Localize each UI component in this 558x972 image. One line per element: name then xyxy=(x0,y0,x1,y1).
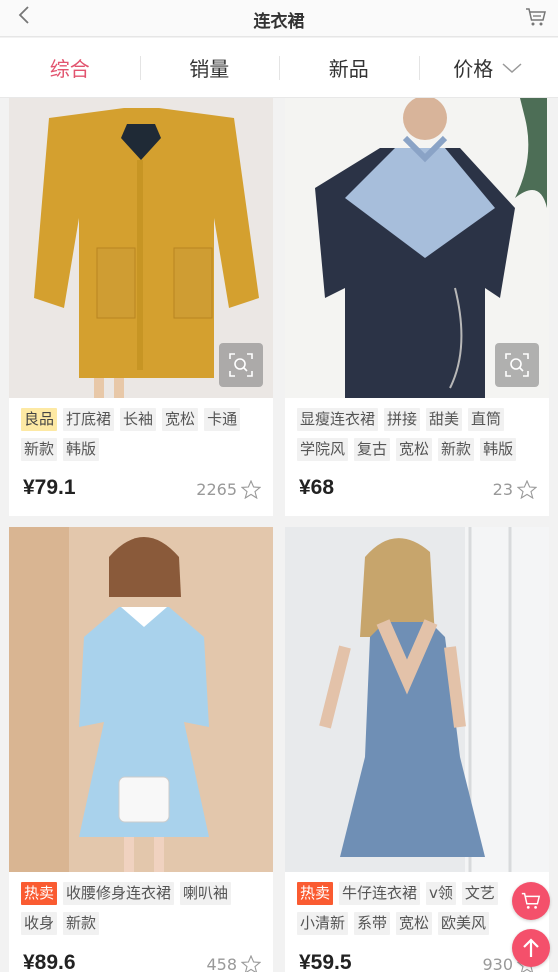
product-card[interactable]: 良品 打底裙 长袖 宽松 卡通 新款 韩版 ¥79.1 2265 xyxy=(9,98,273,516)
chevron-down-icon xyxy=(502,62,522,73)
search-icon xyxy=(505,353,529,377)
star-icon[interactable] xyxy=(241,480,261,499)
sales-number: 23 xyxy=(492,480,513,499)
zoom-button[interactable] xyxy=(219,343,263,387)
tab-new[interactable]: 新品 xyxy=(279,38,419,97)
tag: 宽松 xyxy=(396,438,433,461)
tab-label: 综合 xyxy=(49,57,90,81)
tag: 新款 xyxy=(21,438,58,461)
page-title: 连衣裙 xyxy=(253,12,305,32)
product-price: ¥68 xyxy=(299,476,335,499)
tag: 小清新 xyxy=(297,912,349,935)
product-price: ¥59.5 xyxy=(299,951,352,972)
tag: 长袖 xyxy=(120,408,157,431)
cart-icon[interactable] xyxy=(524,5,548,29)
floating-cart-button[interactable] xyxy=(512,882,550,920)
product-image[interactable] xyxy=(285,527,549,872)
tag: 文艺 xyxy=(461,882,498,905)
product-image[interactable] xyxy=(285,98,549,398)
tag: 新款 xyxy=(63,912,100,935)
sales-number: 930 xyxy=(482,955,513,972)
tab-sales[interactable]: 销量 xyxy=(139,38,280,97)
tag: 欧美风 xyxy=(438,912,490,935)
star-icon[interactable] xyxy=(241,955,261,972)
tag: 韩版 xyxy=(480,438,517,461)
arrow-up-icon xyxy=(523,938,539,957)
quality-tag: 良品 xyxy=(21,408,58,431)
tab-price[interactable]: 价格 xyxy=(418,38,558,97)
tag: 宽松 xyxy=(396,912,433,935)
tag: 打底裙 xyxy=(63,408,115,431)
sales-count: 2265 xyxy=(196,480,261,499)
product-image[interactable] xyxy=(9,98,273,398)
tag-list: 热卖 牛仔连衣裙 v领 文艺 小清新 系带 宽松 欧美风 xyxy=(297,882,543,942)
product-image[interactable] xyxy=(9,527,273,872)
tag: 新款 xyxy=(438,438,475,461)
tag: 显瘦连衣裙 xyxy=(297,408,379,431)
tag: 学院风 xyxy=(297,438,349,461)
product-price: ¥89.6 xyxy=(23,951,76,972)
tag-list: 良品 打底裙 长袖 宽松 卡通 新款 韩版 xyxy=(21,408,267,468)
tag: 系带 xyxy=(354,912,391,935)
tag: 直筒 xyxy=(468,408,505,431)
tag: 收腰修身连衣裙 xyxy=(63,882,175,905)
tag-list: 显瘦连衣裙 拼接 甜美 直筒 学院风 复古 宽松 新款 韩版 xyxy=(297,408,543,468)
hot-tag: 热卖 xyxy=(21,882,58,905)
tag: 卡通 xyxy=(204,408,241,431)
product-price: ¥79.1 xyxy=(23,476,76,499)
sales-count: 23 xyxy=(493,480,537,499)
sales-number: 458 xyxy=(206,955,237,972)
search-icon xyxy=(229,353,253,377)
sales-number: 2265 xyxy=(196,480,237,499)
tag: 喇叭袖 xyxy=(180,882,232,905)
tag: 收身 xyxy=(21,912,58,935)
tab-label: 新品 xyxy=(328,57,369,81)
tag: 甜美 xyxy=(426,408,463,431)
tag: 复古 xyxy=(354,438,391,461)
tab-comprehensive[interactable]: 综合 xyxy=(0,38,140,97)
star-icon[interactable] xyxy=(517,480,537,499)
back-to-top-button[interactable] xyxy=(512,929,550,967)
sales-count: 458 xyxy=(206,955,261,972)
product-card[interactable]: 显瘦连衣裙 拼接 甜美 直筒 学院风 复古 宽松 新款 韩版 ¥68 23 xyxy=(285,98,549,516)
product-grid: 良品 打底裙 长袖 宽松 卡通 新款 韩版 ¥79.1 2265 显瘦连衣裙 拼… xyxy=(0,98,558,972)
product-card[interactable]: 热卖 收腰修身连衣裙 喇叭袖 收身 新款 ¥89.6 458 xyxy=(9,527,273,972)
hot-tag: 热卖 xyxy=(297,882,334,905)
tag: 牛仔连衣裙 xyxy=(339,882,421,905)
tag: v领 xyxy=(426,882,456,905)
top-bar: 连衣裙 xyxy=(0,0,558,37)
tag: 拼接 xyxy=(384,408,421,431)
tag: 宽松 xyxy=(162,408,199,431)
tag: 韩版 xyxy=(63,438,100,461)
product-card[interactable]: 热卖 牛仔连衣裙 v领 文艺 小清新 系带 宽松 欧美风 ¥59.5 930 xyxy=(285,527,549,972)
sort-tabs: 综合 销量 新品 价格 xyxy=(0,38,558,98)
tab-label: 价格 xyxy=(453,57,494,81)
tag-list: 热卖 收腰修身连衣裙 喇叭袖 收身 新款 xyxy=(21,882,267,942)
zoom-button[interactable] xyxy=(495,343,539,387)
cart-icon xyxy=(521,892,541,909)
tab-label: 销量 xyxy=(189,57,230,81)
